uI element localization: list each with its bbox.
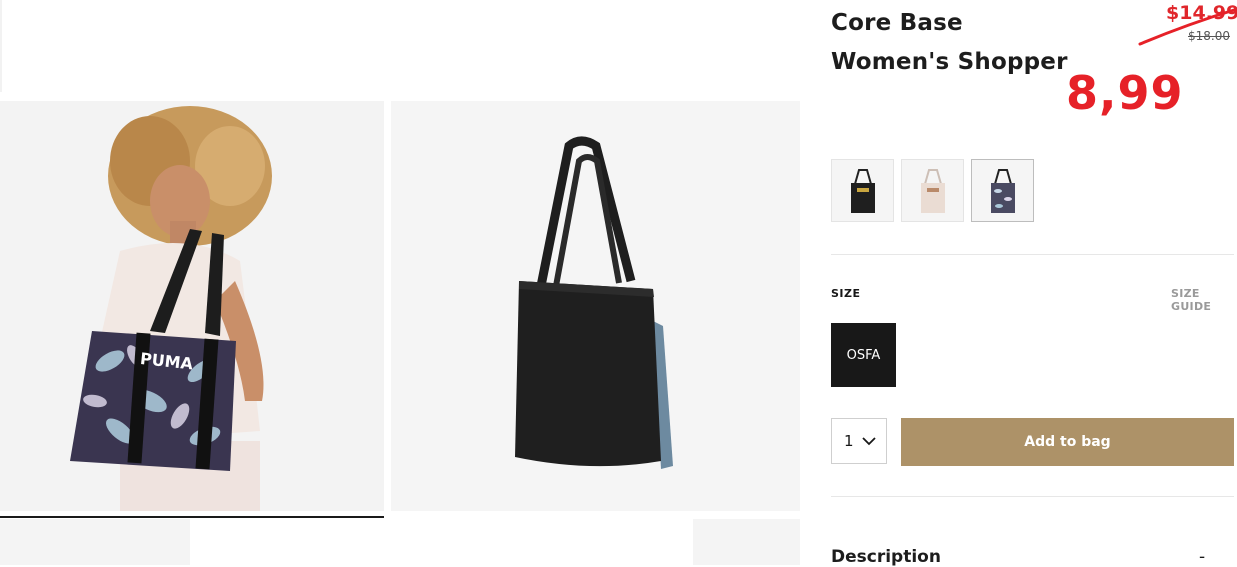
model-photo-illustration: PUMA <box>0 101 384 511</box>
product-image-model[interactable]: PUMA <box>0 101 384 511</box>
collapse-icon[interactable]: - <box>1199 547 1205 567</box>
divider <box>831 496 1234 497</box>
divider <box>831 254 1234 255</box>
size-option-osfa[interactable]: OSFA <box>831 323 896 387</box>
color-swatch-floral[interactable] <box>971 159 1034 222</box>
sale-price: 8,99 <box>1066 66 1184 120</box>
quantity-value: 1 <box>844 432 854 450</box>
color-swatch-cream[interactable] <box>901 159 964 222</box>
product-image-thumb[interactable] <box>0 519 190 565</box>
gallery-spacer <box>190 519 693 555</box>
product-image-thumb[interactable] <box>693 519 800 565</box>
quantity-select[interactable]: 1 <box>831 418 887 464</box>
product-title-line1: Core Base <box>831 10 963 36</box>
chevron-down-icon <box>862 437 876 446</box>
floral-bag-icon <box>990 168 1015 213</box>
gallery-edge <box>0 0 2 92</box>
size-label: SIZE <box>831 287 861 300</box>
gallery-divider <box>0 516 384 518</box>
product-title-line2: Women's Shopper <box>831 49 1068 75</box>
cream-bag-icon <box>920 168 945 213</box>
product-title: Core Base Women's Shopper <box>831 4 1071 82</box>
size-guide-link[interactable]: SIZE GUIDE <box>1171 287 1237 313</box>
add-to-bag-button[interactable]: Add to bag <box>901 418 1234 466</box>
price-strike-mark <box>1138 8 1236 46</box>
description-toggle[interactable]: Description <box>831 547 941 567</box>
color-swatch-black[interactable] <box>831 159 894 222</box>
black-bag-icon <box>850 168 875 213</box>
product-image-bag[interactable] <box>391 101 800 511</box>
bag-photo-illustration <box>391 101 800 511</box>
